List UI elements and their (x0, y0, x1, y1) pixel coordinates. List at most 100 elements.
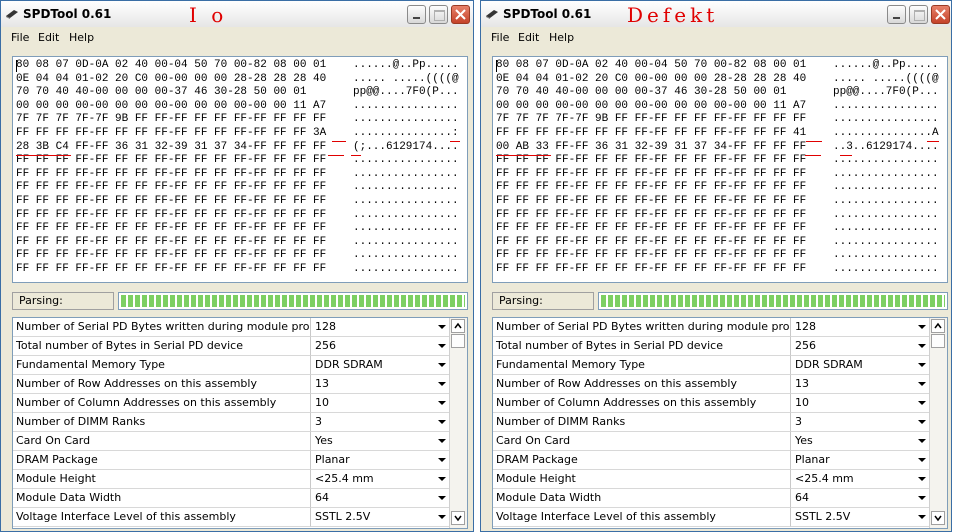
grid-row[interactable]: DRAM Package Planar (493, 451, 929, 470)
spd-field-grid[interactable]: Number of Serial PD Bytes written during… (492, 317, 948, 529)
grid-row[interactable]: Card On Card Yes (13, 432, 449, 451)
chevron-down-icon[interactable] (436, 510, 448, 524)
hex-editor[interactable]: 80 08 07 0D-0A 02 40 00-04 50 70 00-82 0… (492, 56, 948, 283)
maximize-icon[interactable] (909, 5, 928, 24)
grid-row[interactable]: Voltage Interface Level of this assembly… (13, 508, 449, 527)
chevron-down-icon[interactable] (436, 396, 448, 410)
red-underline (351, 155, 361, 156)
chevron-down-icon[interactable] (436, 434, 448, 448)
grid-row[interactable]: DRAM Package Planar (13, 451, 449, 470)
field-value[interactable]: 256 (311, 337, 449, 356)
grid-row[interactable]: Number of Serial PD Bytes written during… (13, 318, 449, 337)
chevron-down-icon[interactable] (436, 358, 448, 372)
minimize-icon[interactable] (407, 5, 426, 24)
chevron-down-icon[interactable] (916, 453, 928, 467)
field-value[interactable]: <25.4 mm (311, 470, 449, 489)
menu-bar: File Edit Help (481, 28, 951, 48)
grid-row[interactable]: Total number of Bytes in Serial PD devic… (13, 337, 449, 356)
chevron-down-icon[interactable] (436, 491, 448, 505)
chevron-down-icon[interactable] (436, 377, 448, 391)
vertical-scrollbar[interactable] (449, 318, 467, 528)
field-value[interactable]: 64 (791, 489, 929, 508)
grid-row[interactable]: Fundamental Memory Type DDR SDRAM (13, 356, 449, 375)
grid-row[interactable]: Number of DIMM Ranks 3 (493, 413, 929, 432)
field-value[interactable]: 10 (791, 394, 929, 413)
grid-row[interactable]: Fundamental Memory Type DDR SDRAM (493, 356, 929, 375)
field-value[interactable]: 64 (311, 489, 449, 508)
menu-edit[interactable]: Edit (518, 31, 539, 44)
field-value[interactable]: DDR SDRAM (311, 356, 449, 375)
title-bar[interactable]: SPDTool 0.61 I o (1, 1, 473, 27)
grid-row[interactable]: Number of DIMM Ranks 3 (13, 413, 449, 432)
grid-row[interactable]: Module Height <25.4 mm (13, 470, 449, 489)
grid-row[interactable]: Module Data Width 64 (493, 489, 929, 508)
field-name: Module Data Width (493, 489, 791, 508)
maximize-icon[interactable] (429, 5, 448, 24)
close-icon[interactable] (451, 5, 470, 24)
chevron-down-icon[interactable] (916, 396, 928, 410)
field-value[interactable]: Planar (791, 451, 929, 470)
chevron-down-icon[interactable] (916, 415, 928, 429)
grid-row[interactable]: Number of Serial PD Bytes written during… (493, 318, 929, 337)
field-value[interactable]: 128 (791, 318, 929, 337)
field-value[interactable]: SSTL 2.5V (311, 508, 449, 527)
scroll-thumb[interactable] (451, 334, 465, 348)
chevron-down-icon[interactable] (916, 510, 928, 524)
field-value[interactable]: 256 (791, 337, 929, 356)
chevron-down-icon[interactable] (916, 377, 928, 391)
scroll-up-icon[interactable] (931, 319, 945, 333)
field-value[interactable]: 128 (311, 318, 449, 337)
field-value[interactable]: 13 (791, 375, 929, 394)
field-value[interactable]: <25.4 mm (791, 470, 929, 489)
chevron-down-icon[interactable] (916, 358, 928, 372)
menu-help[interactable]: Help (549, 31, 574, 44)
field-value[interactable]: DDR SDRAM (791, 356, 929, 375)
grid-row[interactable]: Number of Row Addresses on this assembly… (493, 375, 929, 394)
scroll-up-icon[interactable] (451, 319, 465, 333)
chevron-down-icon[interactable] (436, 339, 448, 353)
menu-file[interactable]: File (11, 31, 29, 44)
grid-row[interactable]: Card On Card Yes (493, 432, 929, 451)
chevron-down-icon[interactable] (916, 320, 928, 334)
menu-file[interactable]: File (491, 31, 509, 44)
field-value[interactable]: 10 (311, 394, 449, 413)
minimize-icon[interactable] (887, 5, 906, 24)
chevron-down-icon[interactable] (916, 472, 928, 486)
grid-row[interactable]: Number of Column Addresses on this assem… (13, 394, 449, 413)
close-icon[interactable] (931, 5, 950, 24)
field-value[interactable]: Yes (311, 432, 449, 451)
field-value[interactable]: Planar (311, 451, 449, 470)
chevron-down-icon[interactable] (436, 320, 448, 334)
field-value[interactable]: Yes (791, 432, 929, 451)
field-name: Total number of Bytes in Serial PD devic… (493, 337, 791, 356)
hex-editor[interactable]: 80 08 07 0D-0A 02 40 00-04 50 70 00-82 0… (12, 56, 468, 283)
grid-row[interactable]: Module Data Width 64 (13, 489, 449, 508)
handwritten-annotation: I o (189, 3, 228, 27)
scroll-down-icon[interactable] (451, 511, 465, 525)
chevron-down-icon[interactable] (436, 472, 448, 486)
scroll-down-icon[interactable] (931, 511, 945, 525)
progress-fill (601, 295, 945, 307)
menu-help[interactable]: Help (69, 31, 94, 44)
chevron-down-icon[interactable] (436, 453, 448, 467)
chevron-down-icon[interactable] (916, 339, 928, 353)
grid-row[interactable]: Number of Row Addresses on this assembly… (13, 375, 449, 394)
field-name: Voltage Interface Level of this assembly (13, 508, 311, 527)
vertical-scrollbar[interactable] (929, 318, 947, 528)
menu-edit[interactable]: Edit (38, 31, 59, 44)
red-underline (840, 155, 852, 156)
chevron-down-icon[interactable] (436, 415, 448, 429)
grid-row[interactable]: Module Height <25.4 mm (493, 470, 929, 489)
title-bar[interactable]: SPDTool 0.61 Defekt (481, 1, 951, 27)
grid-row[interactable]: Total number of Bytes in Serial PD devic… (493, 337, 929, 356)
chevron-down-icon[interactable] (916, 434, 928, 448)
field-value[interactable]: 3 (311, 413, 449, 432)
grid-row[interactable]: Number of Column Addresses on this assem… (493, 394, 929, 413)
spd-field-grid[interactable]: Number of Serial PD Bytes written during… (12, 317, 468, 529)
chevron-down-icon[interactable] (916, 491, 928, 505)
scroll-thumb[interactable] (931, 334, 945, 348)
field-value[interactable]: 3 (791, 413, 929, 432)
grid-row[interactable]: Voltage Interface Level of this assembly… (493, 508, 929, 527)
field-value[interactable]: 13 (311, 375, 449, 394)
field-value[interactable]: SSTL 2.5V (791, 508, 929, 527)
